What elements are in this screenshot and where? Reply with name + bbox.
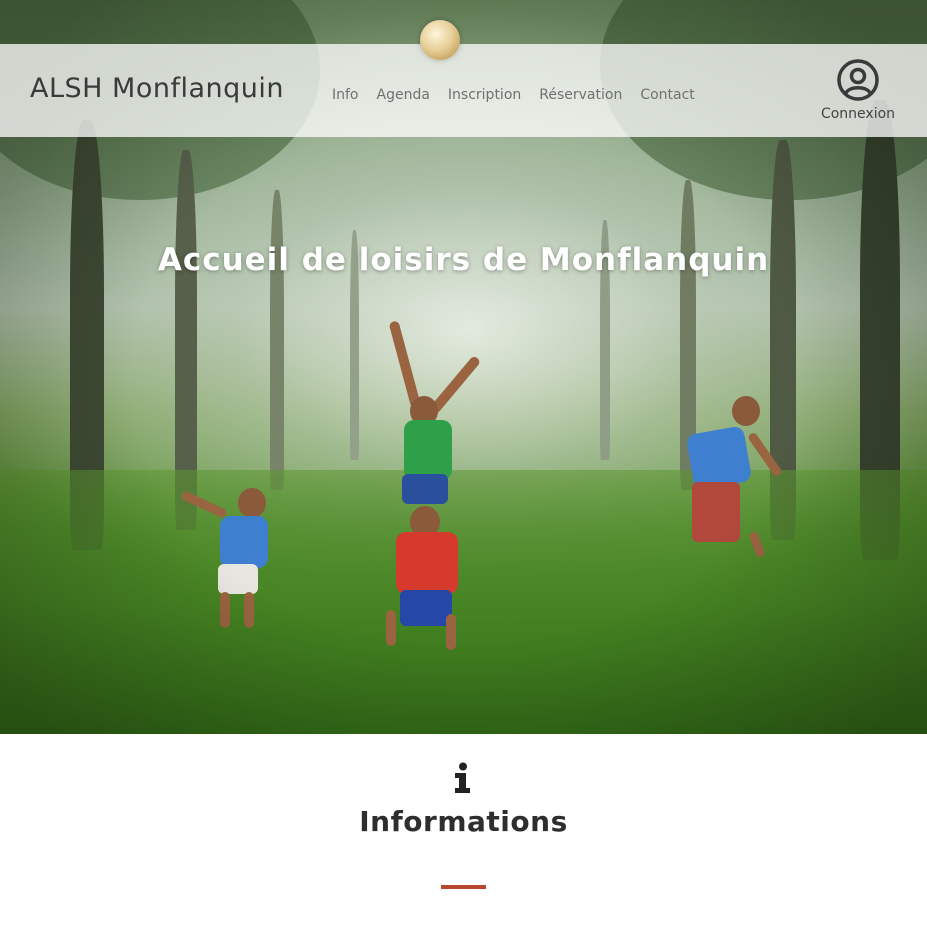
section-divider [441, 885, 486, 889]
nav-item-info[interactable]: Info [332, 87, 359, 103]
ball-logo-icon[interactable] [420, 20, 460, 60]
hero-title: Accueil de loisirs de Monflanquin [157, 242, 770, 278]
login-label: Connexion [820, 106, 896, 122]
site-brand[interactable]: ALSH Monflanquin [30, 73, 284, 104]
main-menu: Info Agenda Inscription Réservation Cont… [332, 87, 713, 103]
nav-item-agenda[interactable]: Agenda [377, 87, 430, 103]
info-icon [455, 762, 470, 793]
nav-item-reservation[interactable]: Réservation [539, 87, 622, 103]
login-button[interactable]: Connexion [816, 58, 900, 122]
nav-item-inscription[interactable]: Inscription [448, 87, 521, 103]
nav-item-contact[interactable]: Contact [640, 87, 694, 103]
user-circle-icon [837, 59, 879, 101]
section-title: Informations [359, 805, 568, 838]
